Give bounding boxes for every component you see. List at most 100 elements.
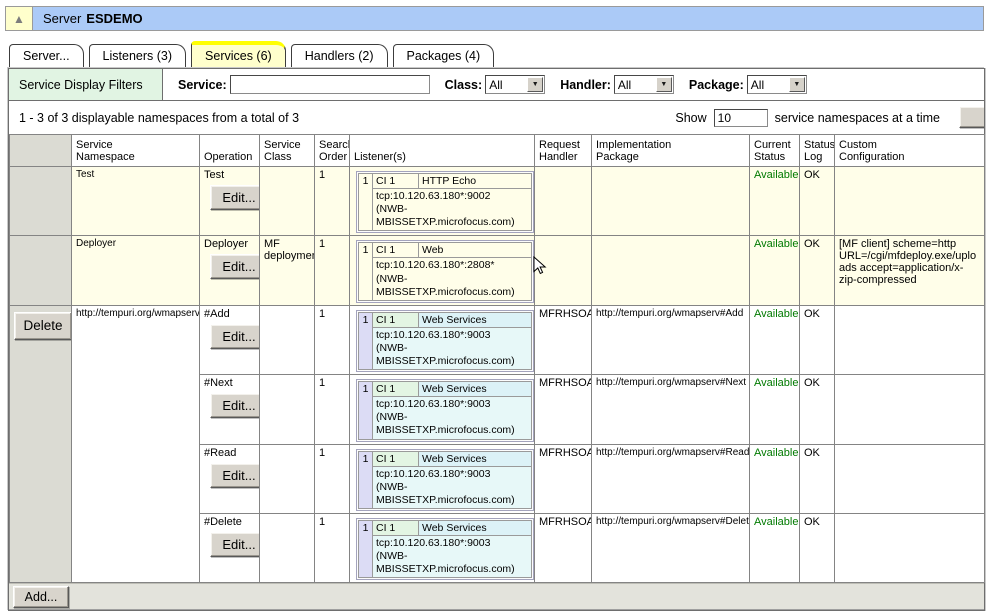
pagination-bar: 1 - 3 of 3 displayable namespaces from a… <box>9 101 984 134</box>
listener-host: (NWB-MBISSETXP.microfocus.com) <box>376 273 528 299</box>
table-row: Test Test Edit... 1 1 CI 1 HTTP Echo <box>10 167 985 236</box>
current-status-cell: Available <box>750 444 800 513</box>
page-size-control: Show service namespaces at a time <box>675 109 940 127</box>
tab-listeners[interactable]: Listeners (3) <box>89 44 186 68</box>
class-filter-select[interactable]: All ▼ <box>485 75 545 94</box>
show-label: Show <box>675 111 706 125</box>
server-label: Server <box>43 11 81 26</box>
custom-configuration-cell <box>835 444 985 513</box>
listener-endpoint: tcp:10.120.63.180*:2808* <box>376 259 528 272</box>
collapse-toggle[interactable]: ▲ <box>6 7 33 30</box>
listener-box: 1 CI 1 Web tcp:10.120.63.180*:2808* (NWB… <box>356 240 534 302</box>
implementation-package-cell: http://tempuri.org/wmapserv#Read <box>592 444 750 513</box>
server-name: ESDEMO <box>86 11 142 26</box>
listeners-cell: 1 CI 1 HTTP Echo tcp:10.120.63.180*:9002… <box>350 167 535 236</box>
handler-filter-value: All <box>615 78 656 92</box>
tab-server[interactable]: Server... <box>9 44 84 68</box>
listener-name: Web Services <box>419 520 532 535</box>
listener-address: tcp:10.120.63.180*:9002 (NWB-MBISSETXP.m… <box>373 189 532 231</box>
service-class-cell <box>260 375 315 444</box>
operation-name: #Read <box>204 447 255 459</box>
services-table: Service Namespace Operation Service Clas… <box>9 134 985 583</box>
package-filter-label: Package: <box>689 78 744 92</box>
filter-bar: Service Display Filters Service: Class: … <box>9 69 984 101</box>
implementation-package-cell: http://tempuri.org/wmapserv#Delete <box>592 513 750 582</box>
edit-button[interactable]: Edit... <box>210 532 260 557</box>
search-order-cell: 1 <box>315 305 350 374</box>
table-header-row: Service Namespace Operation Service Clas… <box>10 135 985 167</box>
status-log-cell: OK <box>800 305 835 374</box>
service-namespace-cell: Test <box>72 167 200 236</box>
row-actions-cell <box>10 236 72 305</box>
current-status-cell: Available <box>750 305 800 374</box>
custom-configuration-cell <box>835 305 985 374</box>
listener-conversation: CI 1 <box>373 174 419 189</box>
server-title: Server ESDEMO <box>33 7 983 30</box>
listener-name: Web Services <box>419 382 532 397</box>
edit-button[interactable]: Edit... <box>210 185 260 210</box>
delete-button[interactable]: Delete <box>14 312 72 340</box>
status-log-cell: OK <box>800 375 835 444</box>
custom-configuration-cell <box>835 513 985 582</box>
chevron-down-icon[interactable]: ▼ <box>527 77 543 92</box>
package-filter-select[interactable]: All ▼ <box>747 75 807 94</box>
listener-number: 1 <box>359 451 373 508</box>
listener-name: Web <box>419 243 532 258</box>
current-status-cell: Available <box>750 513 800 582</box>
request-handler-cell <box>535 167 592 236</box>
row-actions-cell: Delete <box>10 305 72 583</box>
search-order-cell: 1 <box>315 375 350 444</box>
tab-handlers[interactable]: Handlers (2) <box>291 44 388 68</box>
edit-button[interactable]: Edit... <box>210 324 260 349</box>
add-button[interactable]: Add... <box>13 586 69 608</box>
chevron-down-icon[interactable]: ▼ <box>789 77 805 92</box>
handler-filter-label: Handler: <box>560 78 611 92</box>
table-row: Delete http://tempuri.org/wmapserv #Add … <box>10 305 985 374</box>
status-log-cell: OK <box>800 167 835 236</box>
tab-services[interactable]: Services (6) <box>191 41 286 68</box>
implementation-package-cell <box>592 167 750 236</box>
status-log-cell: OK <box>800 513 835 582</box>
listener-conversation: CI 1 <box>373 312 419 327</box>
show-count-input[interactable] <box>714 109 768 127</box>
tab-packages[interactable]: Packages (4) <box>393 44 495 68</box>
chevron-down-icon[interactable]: ▼ <box>656 77 672 92</box>
current-status-cell: Available <box>750 375 800 444</box>
listeners-cell: 1 CI 1 Web Services tcp:10.120.63.180*:9… <box>350 513 535 582</box>
search-order-cell: 1 <box>315 444 350 513</box>
listeners-cell: 1 CI 1 Web Services tcp:10.120.63.180*:9… <box>350 444 535 513</box>
service-namespace-cell: http://tempuri.org/wmapserv <box>72 305 200 583</box>
col-header-service-namespace: Service Namespace <box>72 135 200 167</box>
next-page-button[interactable] <box>959 106 984 128</box>
service-filter-input[interactable] <box>230 75 430 94</box>
search-order-cell: 1 <box>315 236 350 305</box>
status-log-cell: OK <box>800 444 835 513</box>
edit-button[interactable]: Edit... <box>210 463 260 488</box>
search-order-cell: 1 <box>315 167 350 236</box>
col-header-service-class: Service Class <box>260 135 315 167</box>
listener-name: HTTP Echo <box>419 174 532 189</box>
listener-endpoint: tcp:10.120.63.180*:9002 <box>376 190 528 203</box>
edit-button[interactable]: Edit... <box>210 393 260 418</box>
show-suffix: service namespaces at a time <box>775 111 940 125</box>
listener-host: (NWB-MBISSETXP.microfocus.com) <box>376 550 528 576</box>
operation-cell: #Next Edit... <box>200 375 260 444</box>
operation-cell: #Read Edit... <box>200 444 260 513</box>
handler-filter-select[interactable]: All ▼ <box>614 75 674 94</box>
listener-address: tcp:10.120.63.180*:9003 (NWB-MBISSETXP.m… <box>373 327 532 369</box>
service-filter-label: Service: <box>178 78 227 92</box>
edit-button[interactable]: Edit... <box>210 254 260 279</box>
custom-configuration-cell <box>835 167 985 236</box>
listener-address: tcp:10.120.63.180*:9003 (NWB-MBISSETXP.m… <box>373 466 532 508</box>
class-filter-value: All <box>486 78 527 92</box>
listener-name: Web Services <box>419 451 532 466</box>
service-class-cell <box>260 444 315 513</box>
listener-box: 1 CI 1 HTTP Echo tcp:10.120.63.180*:9002… <box>356 171 534 233</box>
listener-name: Web Services <box>419 312 532 327</box>
current-status-cell: Available <box>750 236 800 305</box>
col-header-listeners: Listener(s) <box>350 135 535 167</box>
listener-host: (NWB-MBISSETXP.microfocus.com) <box>376 481 528 507</box>
request-handler-cell: MFRHSOAP <box>535 513 592 582</box>
listeners-cell: 1 CI 1 Web Services tcp:10.120.63.180*:9… <box>350 305 535 374</box>
status-log-cell: OK <box>800 236 835 305</box>
